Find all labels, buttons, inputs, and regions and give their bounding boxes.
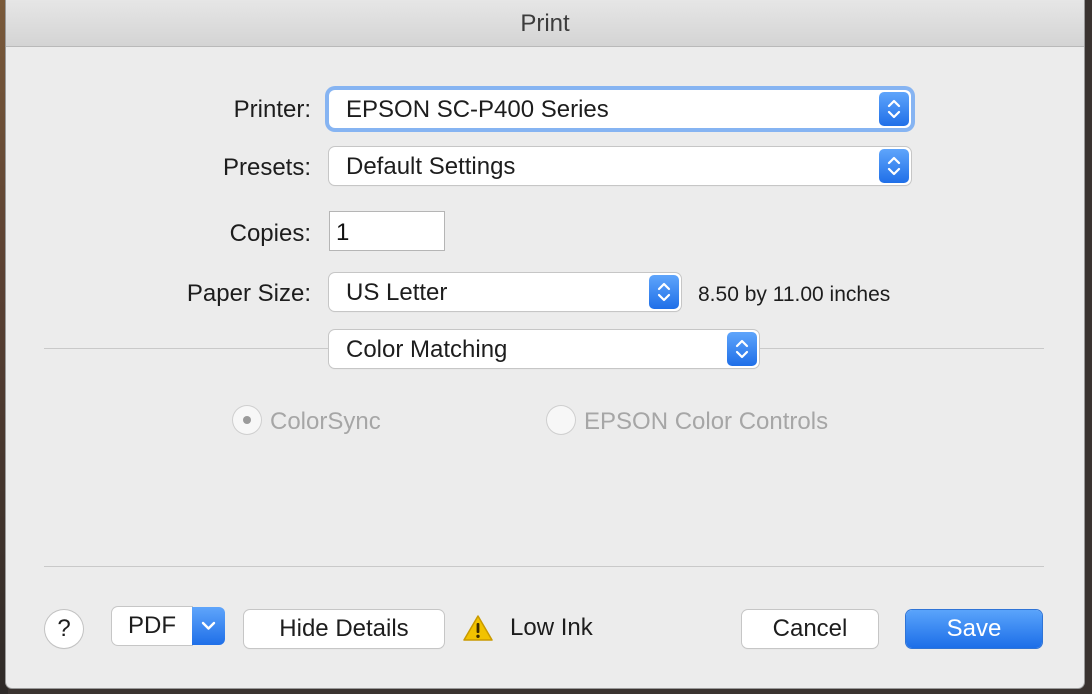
up-down-chevron-icon xyxy=(727,332,757,366)
hide-details-button[interactable]: Hide Details xyxy=(244,610,444,648)
panel-value: Color Matching xyxy=(346,336,508,363)
title-bar: Print xyxy=(6,0,1084,47)
presets-select[interactable]: Default Settings xyxy=(329,147,911,185)
save-button[interactable]: Save xyxy=(906,610,1042,648)
radio-button xyxy=(233,406,261,434)
paper-size-select[interactable]: US Letter xyxy=(329,273,681,311)
presets-label: Presets: xyxy=(222,154,311,181)
paper-size-value: US Letter xyxy=(346,279,448,306)
paper-dimensions: 8.50 by 11.00 inches xyxy=(698,283,891,306)
panel-select[interactable]: Color Matching xyxy=(329,330,759,368)
up-down-chevron-icon xyxy=(879,149,909,183)
help-button[interactable]: ? xyxy=(45,610,83,648)
print-dialog: Print Printer: EPSON SC-P400 Series Pres… xyxy=(6,0,1084,688)
warning-triangle-icon xyxy=(462,614,494,647)
copies-field[interactable] xyxy=(329,211,445,251)
radio-selected-dot xyxy=(243,416,251,424)
footer-divider xyxy=(44,566,1044,567)
low-ink-status: Low Ink xyxy=(510,614,593,641)
printer-select[interactable]: EPSON SC-P400 Series xyxy=(329,90,911,128)
copies-label: Copies: xyxy=(229,220,311,247)
cancel-button[interactable]: Cancel xyxy=(742,610,878,648)
up-down-chevron-icon xyxy=(879,92,909,126)
up-down-chevron-icon xyxy=(649,275,679,309)
pdf-menu-button[interactable]: PDF xyxy=(112,607,225,645)
printer-label: Printer: xyxy=(233,96,311,123)
chevron-down-icon xyxy=(192,607,225,645)
colorsync-label: ColorSync xyxy=(270,408,381,435)
radio-button xyxy=(547,406,575,434)
pdf-label: PDF xyxy=(112,607,192,645)
window-title: Print xyxy=(520,10,570,37)
printer-value: EPSON SC-P400 Series xyxy=(346,96,609,123)
paper-size-label: Paper Size: xyxy=(186,280,311,307)
epson-color-controls-label: EPSON Color Controls xyxy=(584,408,829,435)
presets-value: Default Settings xyxy=(346,153,516,180)
